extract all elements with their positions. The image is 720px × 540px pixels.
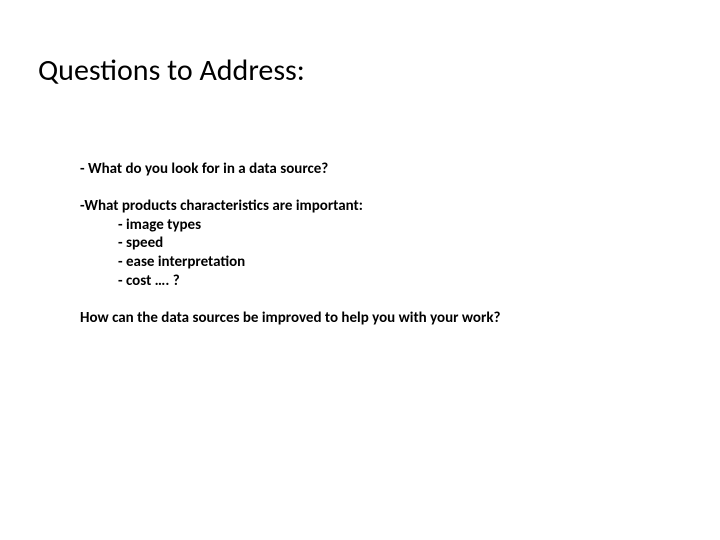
question-2-sub-3: - ease interpretation — [80, 253, 660, 272]
slide: Questions to Address: - What do you look… — [0, 0, 720, 540]
slide-title: Questions to Address: — [38, 52, 305, 89]
question-2-sub-1: - image types — [80, 216, 660, 235]
question-1: - What do you look for in a data source? — [80, 160, 660, 179]
question-2-sub-2: - speed — [80, 234, 660, 253]
question-3: How can the data sources be improved to … — [80, 309, 660, 328]
question-2-sub-4: - cost …. ? — [80, 272, 660, 291]
slide-body: - What do you look for in a data source?… — [80, 160, 660, 327]
question-2-lead: -What products characteristics are impor… — [80, 197, 660, 216]
